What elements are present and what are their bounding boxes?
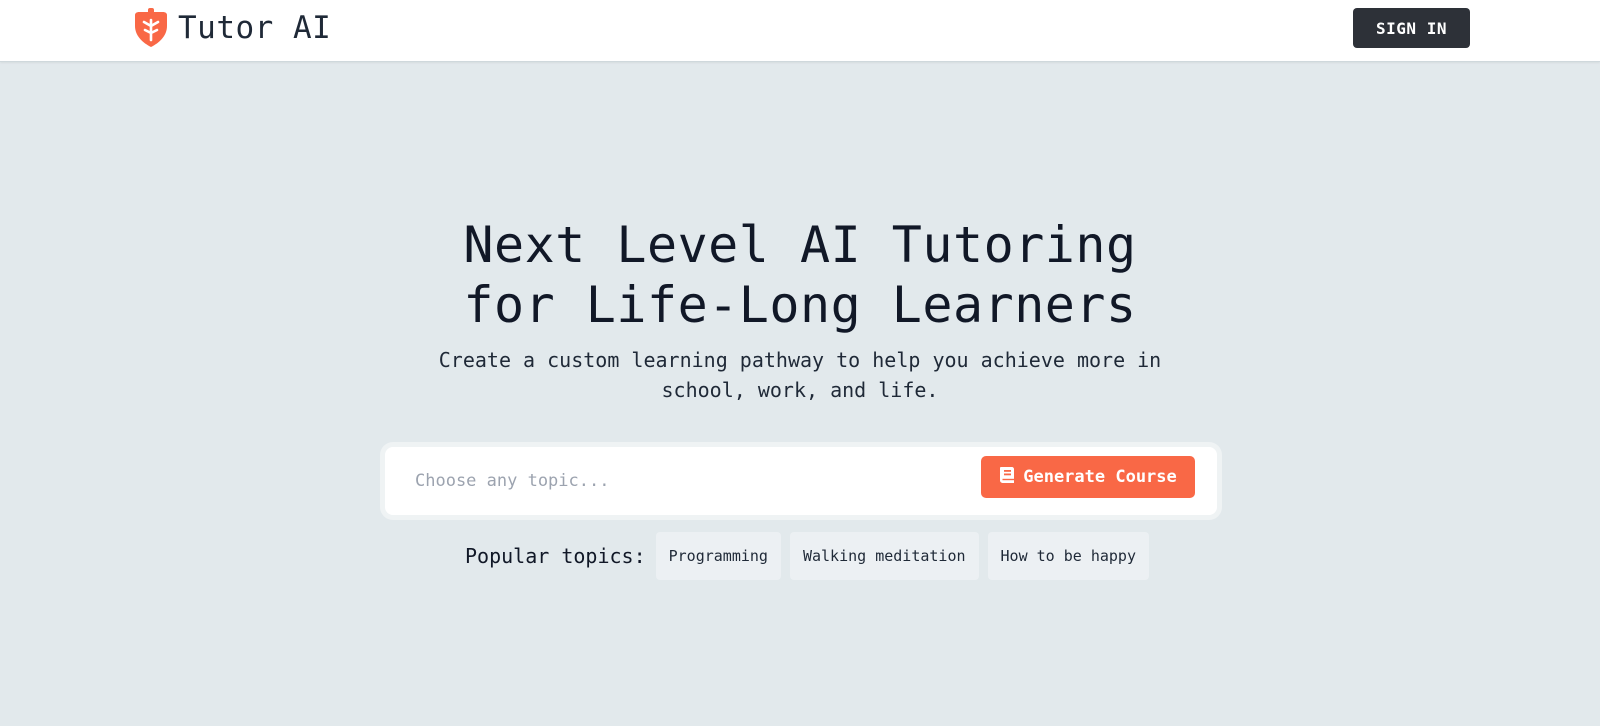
acorn-shield-icon (132, 8, 170, 48)
hero-title-line-2: for Life-Long Learners (463, 276, 1137, 334)
brand-name: Tutor AI (178, 10, 332, 46)
topic-search-input[interactable] (385, 447, 975, 515)
hero-subtitle-line-2: school, work, and life. (661, 378, 939, 402)
top-navbar: Tutor AI SIGN IN (0, 0, 1600, 62)
hero-subtitle-line-1: Create a custom learning pathway to help… (438, 348, 1162, 372)
topic-chip-walking-meditation[interactable]: Walking meditation (789, 532, 979, 580)
topic-search-bar: Generate Course (385, 447, 1217, 515)
book-icon (999, 466, 1015, 489)
popular-topics-label: Popular topics: (465, 544, 646, 568)
sign-in-button[interactable]: SIGN IN (1353, 8, 1470, 48)
hero-title-line-1: Next Level AI Tutoring (463, 216, 1137, 274)
popular-topics: Popular topics: Programming Walking medi… (465, 532, 1149, 580)
topic-chip-how-to-be-happy[interactable]: How to be happy (987, 532, 1149, 580)
topic-chip-programming[interactable]: Programming (655, 532, 781, 580)
hero-content: Next Level AI Tutoring for Life-Long Lea… (0, 215, 1600, 402)
brand-logo-link[interactable]: Tutor AI (132, 8, 331, 48)
hero-subtitle: Create a custom learning pathway to help… (400, 345, 1200, 405)
hero-title: Next Level AI Tutoring for Life-Long Lea… (0, 215, 1600, 335)
generate-course-button[interactable]: Generate Course (981, 456, 1195, 498)
generate-course-label: Generate Course (1023, 467, 1177, 487)
